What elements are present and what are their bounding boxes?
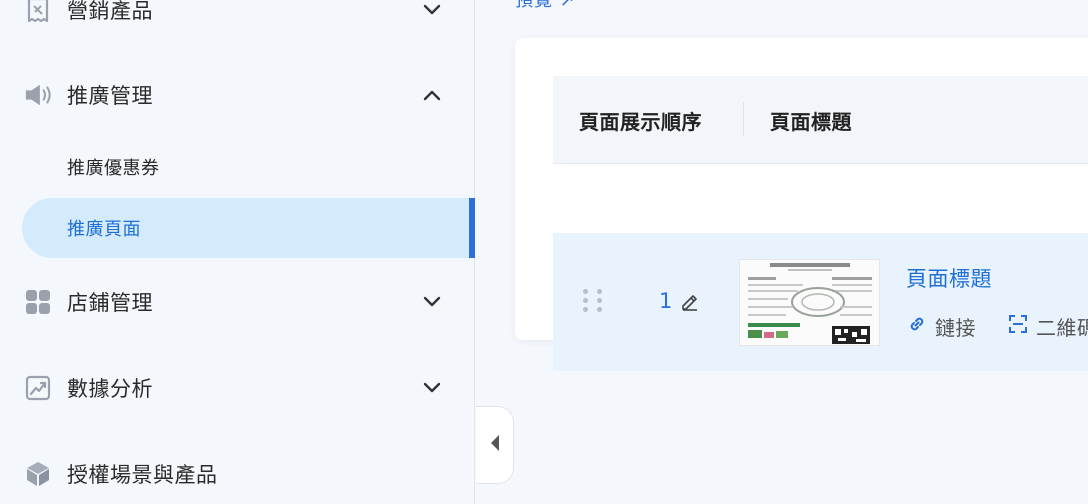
column-divider: [743, 102, 744, 136]
column-header-order: 頁面展示順序: [579, 109, 702, 134]
table-header: 頁面展示順序 頁面標題: [553, 76, 1088, 164]
qr-label: 二維碼: [1036, 315, 1088, 340]
megaphone-icon: [24, 81, 52, 109]
app-root: 營銷產品 推廣管理 推廣優惠券 推廣頁面 店鋪管理 數據分析 授權場景與產品 預…: [0, 0, 1088, 504]
column-header-title: 頁面標題: [770, 109, 852, 134]
link-label: 鏈接: [935, 315, 976, 340]
sidebar-collapse-button[interactable]: [476, 406, 514, 484]
chevron-down-icon: [420, 290, 444, 314]
sidebar-item-label: 數據分析: [67, 377, 153, 401]
qr-code-button[interactable]: 二維碼: [1008, 313, 1088, 340]
chart-trend-icon: [24, 374, 52, 402]
copy-link-button[interactable]: 鏈接: [907, 313, 976, 340]
drag-handle-icon[interactable]: [583, 289, 603, 317]
chevron-up-icon: [420, 83, 444, 107]
sidebar-item-marketing-products[interactable]: 營銷產品: [0, 0, 475, 38]
page-thumbnail[interactable]: [739, 259, 880, 346]
grid-apps-icon: [24, 288, 52, 316]
sidebar-subitem-promo-coupons[interactable]: 推廣優惠券: [22, 137, 475, 197]
sidebar-subitem-label: 推廣頁面: [67, 219, 141, 240]
sidebar-item-authorized-scenarios[interactable]: 授權場景與產品: [0, 446, 475, 502]
sidebar: 營銷產品 推廣管理 推廣優惠券 推廣頁面 店鋪管理 數據分析 授權場景與產品: [0, 0, 475, 504]
active-indicator: [469, 198, 475, 258]
sidebar-item-label: 推廣管理: [67, 84, 153, 108]
scan-qr-icon: [1008, 314, 1028, 338]
cube-icon: [24, 460, 52, 488]
chevron-down-icon: [420, 0, 444, 22]
sidebar-item-data-analysis[interactable]: 數據分析: [0, 360, 475, 416]
sidebar-item-promotion-management[interactable]: 推廣管理: [0, 67, 475, 123]
sidebar-subitem-label: 推廣優惠券: [67, 158, 160, 179]
sidebar-item-label: 店鋪管理: [67, 291, 153, 315]
page-title-link[interactable]: 頁面標題: [906, 263, 992, 293]
table-row: 1 頁面標題 鏈接 二維碼: [553, 233, 1088, 371]
order-number: 1: [659, 289, 673, 313]
sidebar-item-store-management[interactable]: 店鋪管理: [0, 274, 475, 330]
edit-pencil-icon[interactable]: [680, 291, 700, 311]
sidebar-item-label: 授權場景與產品: [67, 463, 218, 487]
sidebar-item-label: 營銷產品: [67, 0, 153, 23]
caret-left-icon: [489, 433, 501, 457]
preview-link[interactable]: 預覽 ↗: [515, 0, 576, 12]
chevron-down-icon: [420, 376, 444, 400]
link-icon: [907, 314, 927, 338]
receipt-icon: [24, 0, 52, 24]
sidebar-subitem-promo-pages[interactable]: 推廣頁面: [22, 198, 475, 258]
